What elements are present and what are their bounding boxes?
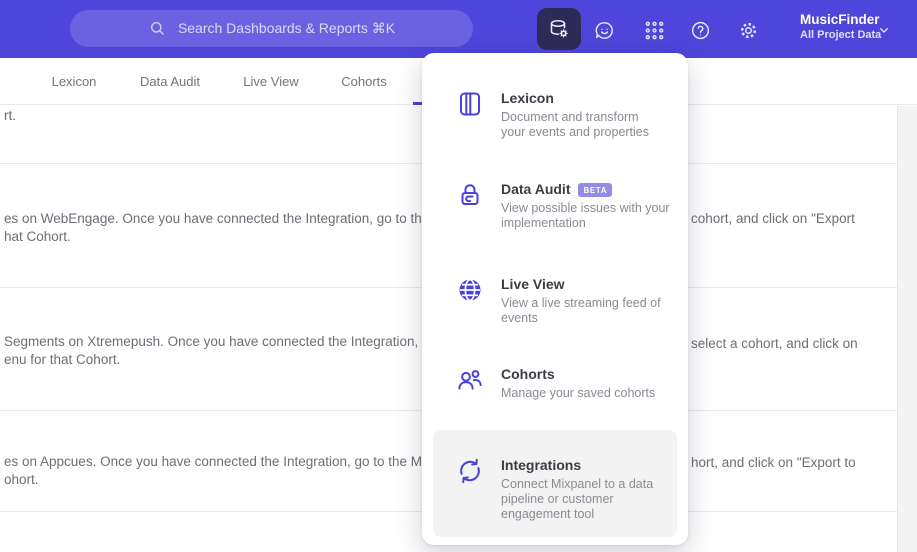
menu-item-description: Connect Mixpanel to a data (501, 477, 654, 491)
menu-item-label: Lexicon (501, 90, 554, 106)
chevron-down-icon[interactable] (876, 22, 892, 38)
table-row-text: Segments on Xtremepush. Once you have co… (4, 334, 419, 349)
users-icon (456, 366, 484, 394)
menu-item-description: Manage your saved cohorts (501, 386, 656, 400)
table-row-text: es on Appcues. Once you have connected t… (4, 454, 423, 469)
menu-item-description: Document and transform (501, 110, 639, 124)
data-management-icon[interactable] (537, 8, 581, 50)
menu-item-lexicon[interactable]: Lexicon Document and transform your even… (456, 90, 678, 140)
beta-badge: BETA (578, 182, 613, 197)
menu-item-cohorts[interactable]: Cohorts Manage your saved cohorts (456, 366, 678, 401)
table-row-text: enu for that Cohort. (4, 352, 121, 367)
menu-item-data-audit[interactable]: Data Audit BETA View possible issues wit… (456, 181, 678, 231)
tab-live-view[interactable]: Live View (243, 74, 298, 89)
search-placeholder: Search Dashboards & Reports ⌘K (177, 20, 396, 36)
menu-item-label: Live View (501, 276, 565, 292)
table-row-text: hat Cohort. (4, 229, 71, 244)
menu-item-description: engagement tool (501, 507, 595, 521)
menu-item-label: Integrations (501, 457, 582, 473)
lock-icon (456, 181, 484, 209)
table-row-text: ohort. (4, 472, 39, 487)
table-row-text: select a cohort, and click on (691, 336, 858, 351)
sync-arrows-icon (456, 457, 484, 485)
menu-item-description: implementation (501, 216, 586, 230)
globe-icon (456, 276, 484, 304)
menu-item-label: Data Audit (501, 181, 571, 197)
menu-item-description: View a live streaming feed of (501, 296, 661, 310)
top-navigation-bar: Search Dashboards & Reports ⌘K MusicFind… (0, 0, 917, 58)
menu-item-description: your events and properties (501, 125, 650, 139)
menu-item-label: Cohorts (501, 366, 555, 382)
help-icon[interactable] (687, 17, 713, 43)
feedback-icon[interactable] (591, 17, 617, 43)
data-management-dropdown: Lexicon Document and transform your even… (422, 53, 688, 545)
table-row-text: rt. (4, 108, 16, 123)
menu-item-description: View possible issues with your (501, 201, 670, 215)
tab-lexicon[interactable]: Lexicon (52, 74, 97, 89)
tab-cohorts[interactable]: Cohorts (341, 74, 387, 89)
table-row-text: cohort, and click on "Export (691, 211, 855, 226)
tab-data-audit[interactable]: Data Audit (140, 74, 200, 89)
table-row-text: es on WebEngage. Once you have connected… (4, 211, 430, 226)
apps-grid-icon[interactable] (641, 17, 667, 43)
menu-item-integrations[interactable]: Integrations Connect Mixpanel to a data … (456, 457, 678, 522)
table-row-text: hort, and click on "Export to (691, 455, 856, 470)
search-icon (148, 19, 167, 38)
menu-item-live-view[interactable]: Live View View a live streaming feed of … (456, 276, 678, 326)
scroll-gutter (897, 106, 917, 552)
book-icon (456, 90, 484, 118)
search-input[interactable]: Search Dashboards & Reports ⌘K (70, 10, 473, 47)
settings-icon[interactable] (735, 17, 761, 43)
menu-item-description: events (501, 311, 538, 325)
menu-item-description: pipeline or customer (501, 492, 614, 506)
